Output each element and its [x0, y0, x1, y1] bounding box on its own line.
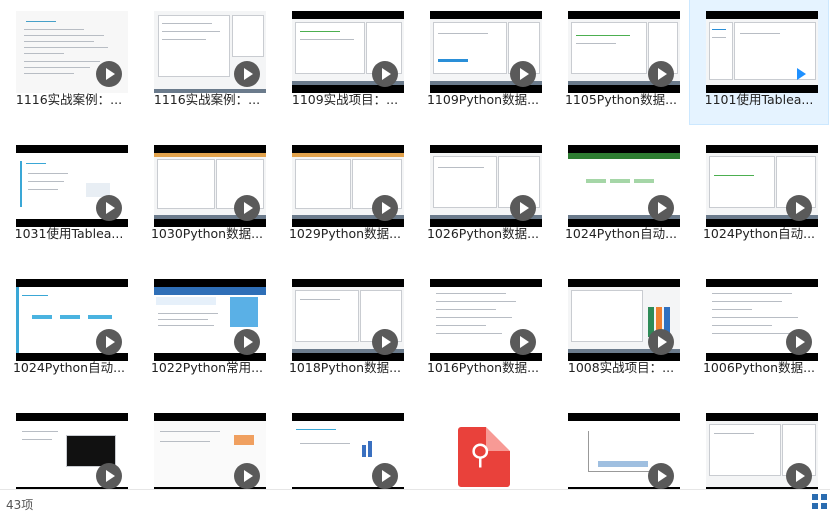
- play-icon: [648, 61, 674, 87]
- play-icon: [96, 61, 122, 87]
- play-icon: [234, 195, 260, 221]
- play-icon: [786, 329, 812, 355]
- file-item-video[interactable]: 1029Python数据...: [276, 134, 414, 258]
- file-item-video[interactable]: 1024Python自动...: [552, 134, 690, 258]
- play-icon: [234, 463, 260, 489]
- file-item-video[interactable]: 1116实战案例：...: [0, 0, 138, 124]
- file-item-video-selected[interactable]: 1101使用Tablea...: [689, 0, 829, 125]
- file-name: 1018Python数据...: [288, 360, 402, 375]
- play-icon: [786, 463, 812, 489]
- file-name: 1116实战案例：...: [15, 92, 123, 107]
- video-thumbnail: [706, 279, 818, 361]
- file-item-video[interactable]: [0, 402, 138, 490]
- pdf-icon: ⚲: [458, 427, 510, 487]
- status-bar: 43项: [0, 489, 830, 515]
- file-item-video[interactable]: 1030Python数据...: [138, 134, 276, 258]
- video-thumbnail: [292, 145, 404, 227]
- file-name: 1030Python数据...: [150, 226, 264, 241]
- item-count: 43项: [6, 498, 34, 512]
- video-thumbnail: [16, 279, 128, 361]
- file-item-video[interactable]: 1016Python数据...: [414, 268, 552, 392]
- video-thumbnail: [292, 11, 404, 93]
- play-icon: [372, 329, 398, 355]
- file-name: 1008实战项目：...: [567, 360, 675, 375]
- file-name: 1026Python数据...: [426, 226, 540, 241]
- file-name: 1006Python数据...: [702, 360, 816, 375]
- file-name: 1024Python自动...: [564, 226, 678, 241]
- file-name: 1024Python自动...: [702, 226, 816, 241]
- file-item-pdf[interactable]: ⚲: [414, 402, 552, 490]
- thumbnail-view-icon[interactable]: [812, 494, 828, 510]
- file-item-video[interactable]: 1116实战案例：...: [138, 0, 276, 124]
- file-item-video[interactable]: 1024Python自动...: [0, 268, 138, 392]
- video-thumbnail: [568, 413, 680, 490]
- video-thumbnail: [292, 279, 404, 361]
- file-name: 1116实战案例：...: [153, 92, 261, 107]
- file-item-video[interactable]: 1024Python自动...: [690, 134, 828, 258]
- video-thumbnail: [430, 11, 542, 93]
- video-thumbnail: [16, 145, 128, 227]
- play-icon: [648, 329, 674, 355]
- file-name: 1016Python数据...: [426, 360, 540, 375]
- play-icon: [234, 61, 260, 87]
- video-thumbnail: [706, 11, 818, 93]
- file-item-video[interactable]: 1026Python数据...: [414, 134, 552, 258]
- play-icon: [234, 329, 260, 355]
- file-name: 1109实战项目：...: [291, 92, 399, 107]
- play-icon: [648, 195, 674, 221]
- file-item-video[interactable]: 1006Python数据...: [690, 268, 828, 392]
- play-icon: [510, 195, 536, 221]
- play-icon: [510, 61, 536, 87]
- play-icon: [510, 329, 536, 355]
- video-thumbnail: [16, 413, 128, 490]
- play-icon: [96, 463, 122, 489]
- file-item-video[interactable]: [138, 402, 276, 490]
- file-item-video[interactable]: 1018Python数据...: [276, 268, 414, 392]
- video-thumbnail: [706, 413, 818, 490]
- play-icon: [96, 195, 122, 221]
- file-item-video[interactable]: 1031使用Tablea...: [0, 134, 138, 258]
- play-icon: [372, 61, 398, 87]
- video-thumbnail: [430, 145, 542, 227]
- play-icon: [648, 463, 674, 489]
- video-thumbnail: [706, 145, 818, 227]
- video-thumbnail: [292, 413, 404, 490]
- play-icon: [372, 195, 398, 221]
- file-name: 1022Python常用...: [150, 360, 264, 375]
- file-grid: 1116实战案例：... 1116实战案例：... 1109实战项目：... 1…: [0, 0, 830, 490]
- play-icon: [96, 329, 122, 355]
- file-item-video[interactable]: 1109实战项目：...: [276, 0, 414, 124]
- play-icon: [786, 61, 812, 87]
- file-name: 1029Python数据...: [288, 226, 402, 241]
- file-item-video[interactable]: 1105Python数据...: [552, 0, 690, 124]
- file-item-video[interactable]: 1022Python常用...: [138, 268, 276, 392]
- file-item-video[interactable]: 1008实战项目：...: [552, 268, 690, 392]
- file-name: 1105Python数据...: [564, 92, 678, 107]
- pdf-file-thumbnail: ⚲: [430, 413, 542, 490]
- file-name: 1024Python自动...: [12, 360, 126, 375]
- video-thumbnail: [154, 145, 266, 227]
- video-thumbnail: [568, 145, 680, 227]
- video-thumbnail: [568, 279, 680, 361]
- video-thumbnail: [154, 413, 266, 490]
- play-icon: [372, 463, 398, 489]
- file-name: 1109Python数据...: [426, 92, 540, 107]
- file-name: 1031使用Tablea...: [14, 226, 124, 241]
- video-thumbnail: [430, 279, 542, 361]
- video-thumbnail: [568, 11, 680, 93]
- file-item-video[interactable]: [276, 402, 414, 490]
- file-name: 1101使用Tablea...: [704, 92, 814, 107]
- video-thumbnail: [154, 279, 266, 361]
- file-item-video[interactable]: [690, 402, 828, 490]
- video-thumbnail: [154, 11, 266, 93]
- video-thumbnail: [16, 11, 128, 93]
- file-item-video[interactable]: [552, 402, 690, 490]
- file-item-video[interactable]: 1109Python数据...: [414, 0, 552, 124]
- play-icon: [786, 195, 812, 221]
